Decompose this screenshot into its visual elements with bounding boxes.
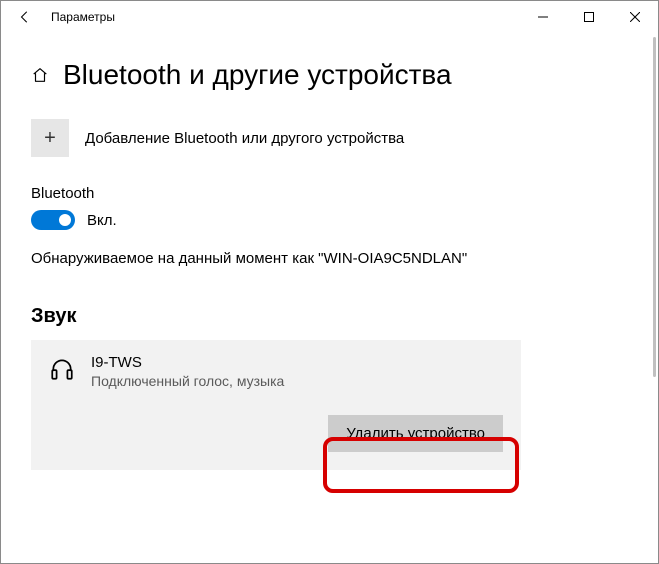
headphones-icon <box>49 354 75 382</box>
bluetooth-label: Bluetooth <box>31 185 628 202</box>
add-device-label: Добавление Bluetooth или другого устройс… <box>85 130 404 147</box>
toggle-knob <box>59 214 71 226</box>
add-device-row[interactable]: + Добавление Bluetooth или другого устро… <box>31 119 628 157</box>
arrow-left-icon <box>18 10 32 24</box>
close-icon <box>630 12 640 22</box>
device-row: I9-TWS Подключенный голос, музыка <box>49 354 503 389</box>
page-title: Bluetooth и другие устройства <box>63 59 452 91</box>
page-heading-row: Bluetooth и другие устройства <box>31 59 628 91</box>
window-controls <box>520 1 658 33</box>
plus-icon: + <box>31 119 69 157</box>
window-title: Параметры <box>51 10 115 24</box>
scrollbar[interactable] <box>653 37 656 541</box>
bluetooth-toggle-row: Вкл. <box>31 210 628 230</box>
scrollbar-thumb[interactable] <box>653 37 656 377</box>
discoverable-text: Обнаруживаемое на данный момент как "WIN… <box>31 250 628 267</box>
minimize-icon <box>538 12 548 22</box>
back-button[interactable] <box>9 1 41 33</box>
bluetooth-state-label: Вкл. <box>87 212 117 229</box>
section-heading-audio: Звук <box>31 305 628 328</box>
maximize-icon <box>584 12 594 22</box>
content-area: Bluetooth и другие устройства + Добавлен… <box>1 33 658 490</box>
close-button[interactable] <box>612 1 658 33</box>
remove-device-button[interactable]: Удалить устройство <box>328 415 503 452</box>
device-info: I9-TWS Подключенный голос, музыка <box>91 354 284 389</box>
device-status: Подключенный голос, музыка <box>91 373 284 389</box>
device-actions: Удалить устройство <box>49 415 503 452</box>
device-card[interactable]: I9-TWS Подключенный голос, музыка Удалит… <box>31 340 521 470</box>
bluetooth-toggle[interactable] <box>31 210 75 230</box>
device-name: I9-TWS <box>91 354 284 371</box>
home-icon[interactable] <box>31 66 49 84</box>
maximize-button[interactable] <box>566 1 612 33</box>
minimize-button[interactable] <box>520 1 566 33</box>
